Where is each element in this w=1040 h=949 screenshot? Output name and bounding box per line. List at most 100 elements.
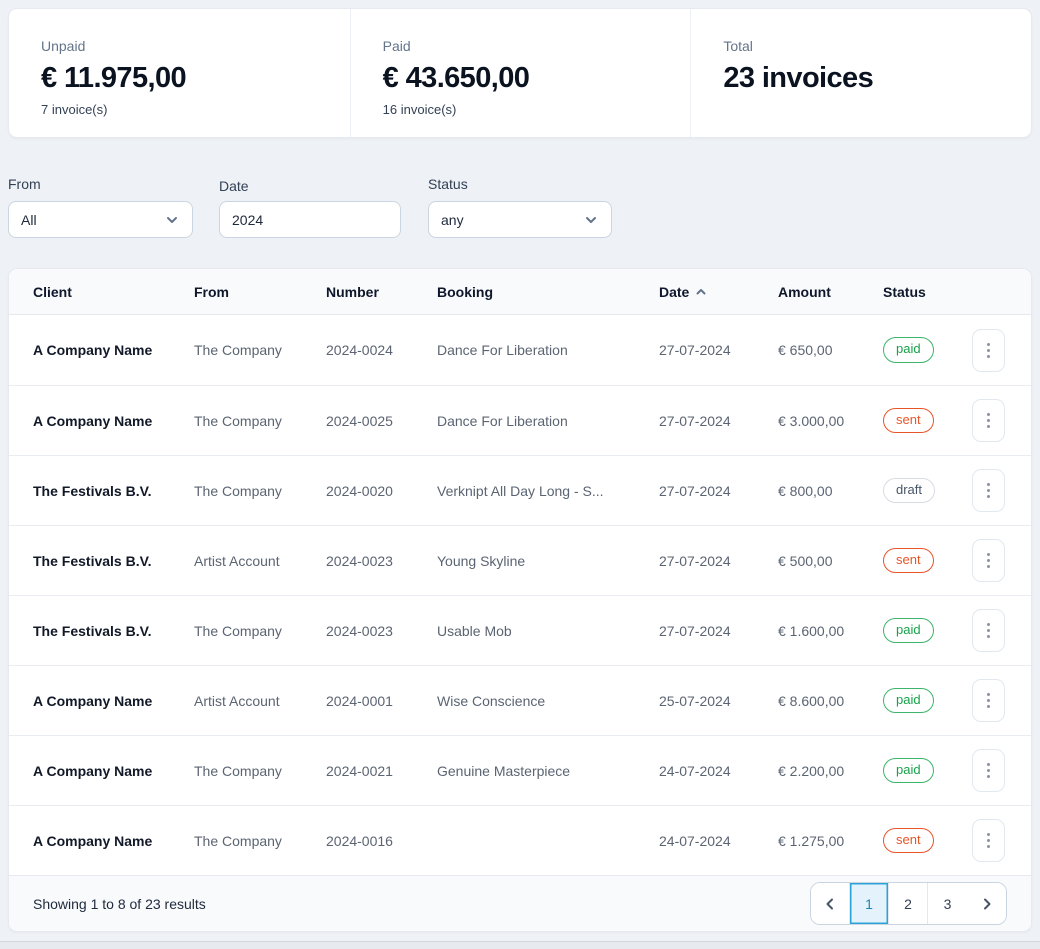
chevron-left-icon [823,897,837,911]
table-row[interactable]: A Company Name The Company 2024-0024 Dan… [9,315,1031,385]
row-menu-button[interactable] [972,329,1005,372]
cell-status: paid [883,618,966,644]
date-input[interactable] [219,201,401,238]
from-select-value: All [21,212,37,228]
page-button-2[interactable]: 2 [889,883,928,924]
row-menu-button[interactable] [972,539,1005,582]
cell-number: 2024-0025 [326,413,437,429]
cell-amount: € 500,00 [778,553,883,569]
summary-card-unpaid: Unpaid € 11.975,00 7 invoice(s) [9,9,350,137]
cell-number: 2024-0023 [326,623,437,639]
cell-status: sent [883,548,966,574]
table-row[interactable]: A Company Name The Company 2024-0025 Dan… [9,385,1031,455]
row-menu-button[interactable] [972,679,1005,722]
row-menu-button[interactable] [972,609,1005,652]
chevron-down-icon [164,212,180,228]
card-value: 23 invoices [723,61,999,96]
cell-amount: € 3.000,00 [778,413,883,429]
cell-date: 27-07-2024 [659,483,778,499]
table-row[interactable]: A Company Name The Company 2024-0021 Gen… [9,735,1031,805]
cell-booking: Dance For Liberation [437,342,659,358]
column-header-status[interactable]: Status [883,284,966,300]
row-menu-button[interactable] [972,399,1005,442]
kebab-icon [987,623,990,626]
table-body: A Company Name The Company 2024-0024 Dan… [9,315,1031,875]
status-badge: sent [883,828,934,854]
cell-amount: € 2.200,00 [778,763,883,779]
card-value: € 11.975,00 [41,61,318,96]
next-page-button[interactable] [967,883,1006,924]
cell-booking: Usable Mob [437,623,659,639]
page-button-3[interactable]: 3 [928,883,967,924]
cell-booking: Verknipt All Day Long - S... [437,483,659,499]
table-row[interactable]: The Festivals B.V. The Company 2024-0020… [9,455,1031,525]
cell-client: The Festivals B.V. [33,483,194,499]
cell-actions [966,749,1005,792]
cell-number: 2024-0020 [326,483,437,499]
card-subtext: 7 invoice(s) [41,102,318,117]
column-header-booking[interactable]: Booking [437,284,659,300]
table-row[interactable]: The Festivals B.V. Artist Account 2024-0… [9,525,1031,595]
table-row[interactable]: A Company Name The Company 2024-0016 24-… [9,805,1031,875]
cell-date: 27-07-2024 [659,553,778,569]
kebab-icon [987,763,990,766]
cell-from: Artist Account [194,693,326,709]
cell-date: 24-07-2024 [659,763,778,779]
cell-date: 27-07-2024 [659,342,778,358]
cell-client: A Company Name [33,342,194,358]
row-menu-button[interactable] [972,749,1005,792]
results-summary: Showing 1 to 8 of 23 results [33,896,206,912]
status-badge: paid [883,337,934,363]
cell-status: paid [883,758,966,784]
row-menu-button[interactable] [972,819,1005,862]
cell-from: The Company [194,763,326,779]
cell-booking: Young Skyline [437,553,659,569]
status-badge: paid [883,618,934,644]
row-menu-button[interactable] [972,469,1005,512]
table-row[interactable]: The Festivals B.V. The Company 2024-0023… [9,595,1031,665]
cell-client: The Festivals B.V. [33,623,194,639]
cell-from: The Company [194,623,326,639]
cell-from: Artist Account [194,553,326,569]
cell-actions [966,329,1005,372]
from-select[interactable]: All [8,201,193,238]
cell-amount: € 800,00 [778,483,883,499]
status-badge: paid [883,758,934,784]
kebab-icon [987,343,990,346]
previous-page-button[interactable] [811,883,850,924]
column-header-client[interactable]: Client [33,284,194,300]
cell-amount: € 1.600,00 [778,623,883,639]
kebab-icon [987,833,990,836]
table-header: Client From Number Booking Date Amount S… [9,269,1031,315]
page-button-1[interactable]: 1 [850,883,889,924]
card-label: Unpaid [41,38,318,54]
column-header-number[interactable]: Number [326,284,437,300]
sort-ascending-icon [695,286,707,298]
cell-client: A Company Name [33,693,194,709]
filter-status: Status any [428,176,612,238]
invoices-table: Client From Number Booking Date Amount S… [8,268,1032,932]
filter-bar: From All Date Status any [8,176,1032,238]
column-header-from[interactable]: From [194,284,326,300]
cell-from: The Company [194,413,326,429]
table-row[interactable]: A Company Name Artist Account 2024-0001 … [9,665,1031,735]
kebab-icon [987,553,990,556]
cell-status: draft [883,478,966,504]
filter-from: From All [8,176,193,238]
chevron-right-icon [980,897,994,911]
column-header-amount[interactable]: Amount [778,284,883,300]
cell-status: paid [883,337,966,363]
cell-booking: Genuine Masterpiece [437,763,659,779]
cell-number: 2024-0024 [326,342,437,358]
cell-date: 27-07-2024 [659,623,778,639]
card-label: Total [723,38,999,54]
cell-from: The Company [194,833,326,849]
status-select[interactable]: any [428,201,612,238]
cell-booking: Wise Conscience [437,693,659,709]
column-header-date[interactable]: Date [659,284,778,300]
cell-status: paid [883,688,966,714]
cell-actions [966,539,1005,582]
cell-actions [966,469,1005,512]
status-filter-label: Status [428,176,612,192]
card-value: € 43.650,00 [383,61,659,96]
